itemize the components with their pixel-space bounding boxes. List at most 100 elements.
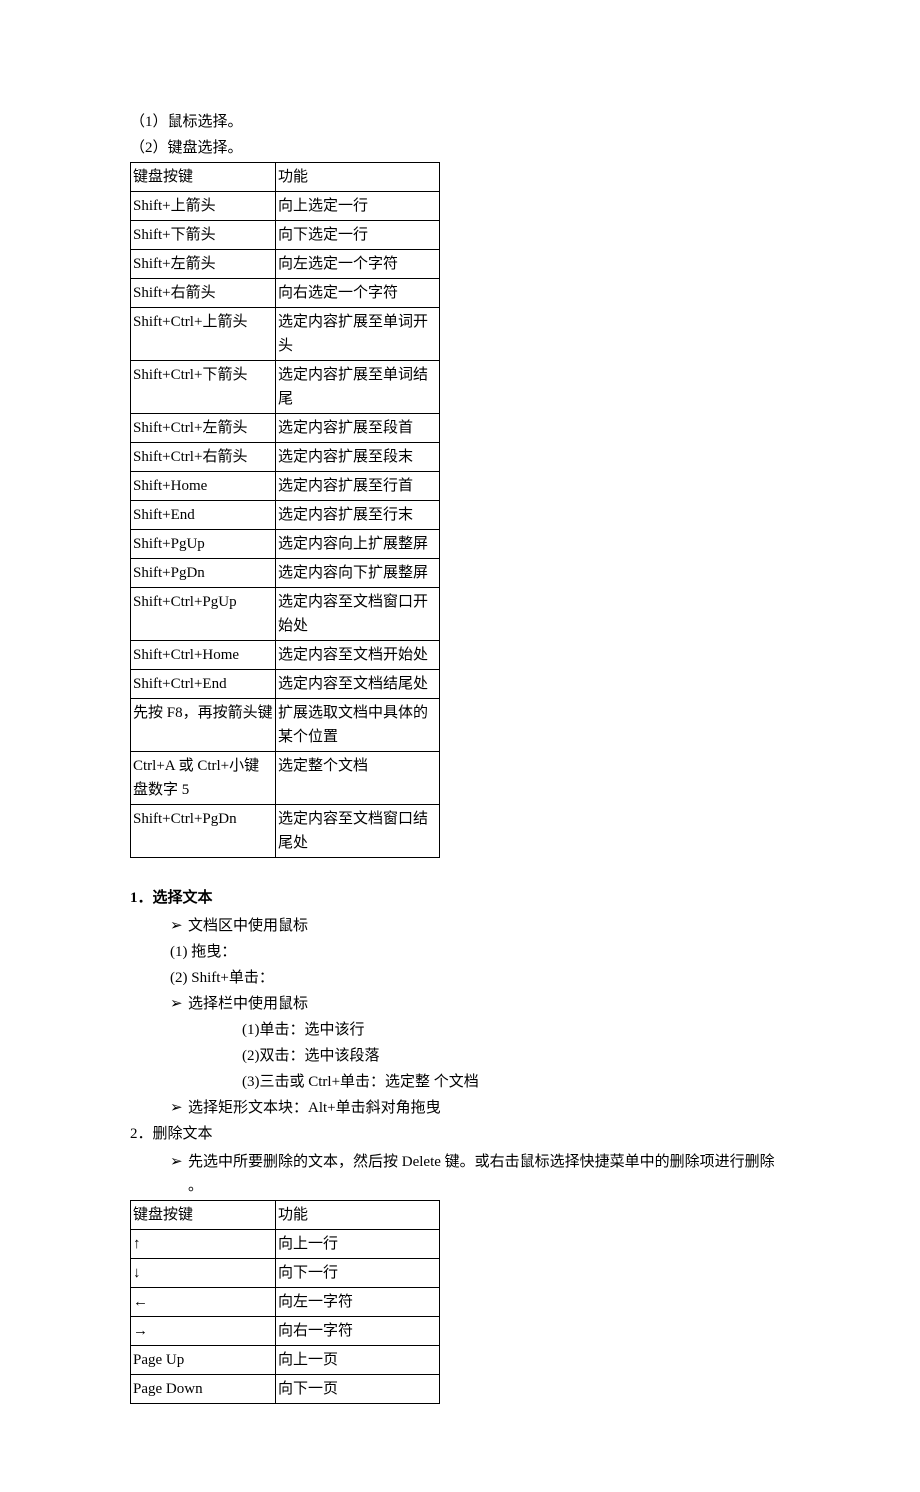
sec1-sub-3: (3)三击或 Ctrl+单击：选定整 个文档 bbox=[130, 1070, 790, 1094]
section2-heading: 2．删除文本 bbox=[130, 1122, 790, 1146]
col-header-key: 键盘按键 bbox=[131, 163, 276, 192]
sec1-bullet-1: ➢ 文档区中使用鼠标 bbox=[130, 914, 790, 938]
table-row: ←向左一字符 bbox=[131, 1288, 440, 1317]
key-cell: ↓ bbox=[131, 1259, 276, 1288]
table-row: Shift+PgDn选定内容向下扩展整屏 bbox=[131, 559, 440, 588]
col-header-key: 键盘按键 bbox=[131, 1201, 276, 1230]
sec1-bullet-2: ➢ 选择栏中使用鼠标 bbox=[130, 992, 790, 1016]
table-row: Shift+Ctrl+上箭头选定内容扩展至单词开头 bbox=[131, 308, 440, 361]
table-row: Shift+Ctrl+End选定内容至文档结尾处 bbox=[131, 670, 440, 699]
func-cell: 选定内容扩展至行首 bbox=[276, 472, 440, 501]
func-cell: 向左一字符 bbox=[276, 1288, 440, 1317]
intro-line-2: （2）键盘选择。 bbox=[130, 136, 790, 160]
bullet-icon: ➢ bbox=[170, 1150, 188, 1174]
func-cell: 扩展选取文档中具体的某个位置 bbox=[276, 699, 440, 752]
bullet-icon: ➢ bbox=[170, 914, 188, 938]
sec1-bullet-1-text: 文档区中使用鼠标 bbox=[188, 914, 790, 938]
table-row: Page Down向下一页 bbox=[131, 1375, 440, 1404]
table-row: Shift+Ctrl+PgUp选定内容至文档窗口开始处 bbox=[131, 588, 440, 641]
key-cell: Shift+Ctrl+下箭头 bbox=[131, 361, 276, 414]
key-cell: Shift+Ctrl+右箭头 bbox=[131, 443, 276, 472]
key-cell: Shift+PgDn bbox=[131, 559, 276, 588]
key-cell: Shift+上箭头 bbox=[131, 192, 276, 221]
func-cell: 选定内容向上扩展整屏 bbox=[276, 530, 440, 559]
sec1-bullet-3-text: 选择矩形文本块：Alt+单击斜对角拖曳 bbox=[188, 1096, 790, 1120]
shortcut-table: 键盘按键功能Shift+上箭头向上选定一行Shift+下箭头向下选定一行Shif… bbox=[130, 162, 440, 858]
key-cell: 先按 F8，再按箭头键 bbox=[131, 699, 276, 752]
sec2-bullet-1: ➢ 先选中所要删除的文本，然后按 Delete 键。或右击鼠标选择快捷菜单中的删… bbox=[130, 1150, 790, 1198]
func-cell: 选定内容扩展至单词结尾 bbox=[276, 361, 440, 414]
table-row: Shift+Ctrl+左箭头选定内容扩展至段首 bbox=[131, 414, 440, 443]
key-cell: Shift+PgUp bbox=[131, 530, 276, 559]
section1-heading: 1．选择文本 bbox=[130, 886, 790, 910]
table-row: Shift+下箭头向下选定一行 bbox=[131, 221, 440, 250]
table-row: Shift+PgUp选定内容向上扩展整屏 bbox=[131, 530, 440, 559]
key-cell: Shift+Ctrl+Home bbox=[131, 641, 276, 670]
func-cell: 选定内容扩展至段首 bbox=[276, 414, 440, 443]
col-header-func: 功能 bbox=[276, 163, 440, 192]
func-cell: 向上选定一行 bbox=[276, 192, 440, 221]
func-cell: 向上一页 bbox=[276, 1346, 440, 1375]
func-cell: 向下一行 bbox=[276, 1259, 440, 1288]
func-cell: 选定内容扩展至段末 bbox=[276, 443, 440, 472]
table-row: Shift+Ctrl+右箭头选定内容扩展至段末 bbox=[131, 443, 440, 472]
func-cell: 向右一字符 bbox=[276, 1317, 440, 1346]
table-row: ↓向下一行 bbox=[131, 1259, 440, 1288]
table-row: Ctrl+A 或 Ctrl+小键盘数字 5选定整个文档 bbox=[131, 752, 440, 805]
func-cell: 选定整个文档 bbox=[276, 752, 440, 805]
bullet-icon: ➢ bbox=[170, 992, 188, 1016]
key-cell: Shift+右箭头 bbox=[131, 279, 276, 308]
key-cell: Shift+Home bbox=[131, 472, 276, 501]
col-header-func: 功能 bbox=[276, 1201, 440, 1230]
key-cell: Shift+Ctrl+PgDn bbox=[131, 805, 276, 858]
table-row: Shift+Home选定内容扩展至行首 bbox=[131, 472, 440, 501]
nav-table: 键盘按键功能↑向上一行↓向下一行←向左一字符→向右一字符Page Up向上一页P… bbox=[130, 1200, 440, 1404]
func-cell: 选定内容至文档窗口开始处 bbox=[276, 588, 440, 641]
func-cell: 向右选定一个字符 bbox=[276, 279, 440, 308]
sec2-bullet-1-text: 先选中所要删除的文本，然后按 Delete 键。或右击鼠标选择快捷菜单中的删除项… bbox=[188, 1150, 790, 1198]
table-row: Shift+左箭头向左选定一个字符 bbox=[131, 250, 440, 279]
table-row: Shift+Ctrl+下箭头选定内容扩展至单词结尾 bbox=[131, 361, 440, 414]
key-cell: Shift+左箭头 bbox=[131, 250, 276, 279]
func-cell: 选定内容至文档窗口结尾处 bbox=[276, 805, 440, 858]
key-cell: Page Down bbox=[131, 1375, 276, 1404]
table-row: Shift+上箭头向上选定一行 bbox=[131, 192, 440, 221]
sec1-sub-1: (1)单击：选中该行 bbox=[130, 1018, 790, 1042]
func-cell: 向左选定一个字符 bbox=[276, 250, 440, 279]
key-cell: → bbox=[131, 1317, 276, 1346]
func-cell: 选定内容扩展至单词开头 bbox=[276, 308, 440, 361]
key-cell: Shift+Ctrl+上箭头 bbox=[131, 308, 276, 361]
table-row: →向右一字符 bbox=[131, 1317, 440, 1346]
table-row: Shift+右箭头向右选定一个字符 bbox=[131, 279, 440, 308]
func-cell: 向下选定一行 bbox=[276, 221, 440, 250]
document-page: （1）鼠标选择。 （2）键盘选择。 键盘按键功能Shift+上箭头向上选定一行S… bbox=[0, 0, 920, 1492]
intro-line-1: （1）鼠标选择。 bbox=[130, 110, 790, 134]
key-cell: ← bbox=[131, 1288, 276, 1317]
table-row: Shift+End选定内容扩展至行末 bbox=[131, 501, 440, 530]
table-row: Shift+Ctrl+PgDn选定内容至文档窗口结尾处 bbox=[131, 805, 440, 858]
func-cell: 选定内容扩展至行末 bbox=[276, 501, 440, 530]
key-cell: ↑ bbox=[131, 1230, 276, 1259]
sec1-sub-2: (2)双击：选中该段落 bbox=[130, 1044, 790, 1068]
bullet-icon: ➢ bbox=[170, 1096, 188, 1120]
key-cell: Ctrl+A 或 Ctrl+小键盘数字 5 bbox=[131, 752, 276, 805]
key-cell: Shift+Ctrl+左箭头 bbox=[131, 414, 276, 443]
func-cell: 选定内容至文档开始处 bbox=[276, 641, 440, 670]
sec1-num-2: (2) Shift+单击： bbox=[130, 966, 790, 990]
key-cell: Shift+End bbox=[131, 501, 276, 530]
key-cell: Shift+下箭头 bbox=[131, 221, 276, 250]
sec1-bullet-2-text: 选择栏中使用鼠标 bbox=[188, 992, 790, 1016]
table-row: Page Up向上一页 bbox=[131, 1346, 440, 1375]
func-cell: 选定内容向下扩展整屏 bbox=[276, 559, 440, 588]
sec1-num-1: (1) 拖曳： bbox=[130, 940, 790, 964]
key-cell: Shift+Ctrl+PgUp bbox=[131, 588, 276, 641]
table-row: Shift+Ctrl+Home选定内容至文档开始处 bbox=[131, 641, 440, 670]
func-cell: 向上一行 bbox=[276, 1230, 440, 1259]
table-row: ↑向上一行 bbox=[131, 1230, 440, 1259]
key-cell: Page Up bbox=[131, 1346, 276, 1375]
sec1-bullet-3: ➢ 选择矩形文本块：Alt+单击斜对角拖曳 bbox=[130, 1096, 790, 1120]
func-cell: 向下一页 bbox=[276, 1375, 440, 1404]
func-cell: 选定内容至文档结尾处 bbox=[276, 670, 440, 699]
key-cell: Shift+Ctrl+End bbox=[131, 670, 276, 699]
table-row: 先按 F8，再按箭头键扩展选取文档中具体的某个位置 bbox=[131, 699, 440, 752]
